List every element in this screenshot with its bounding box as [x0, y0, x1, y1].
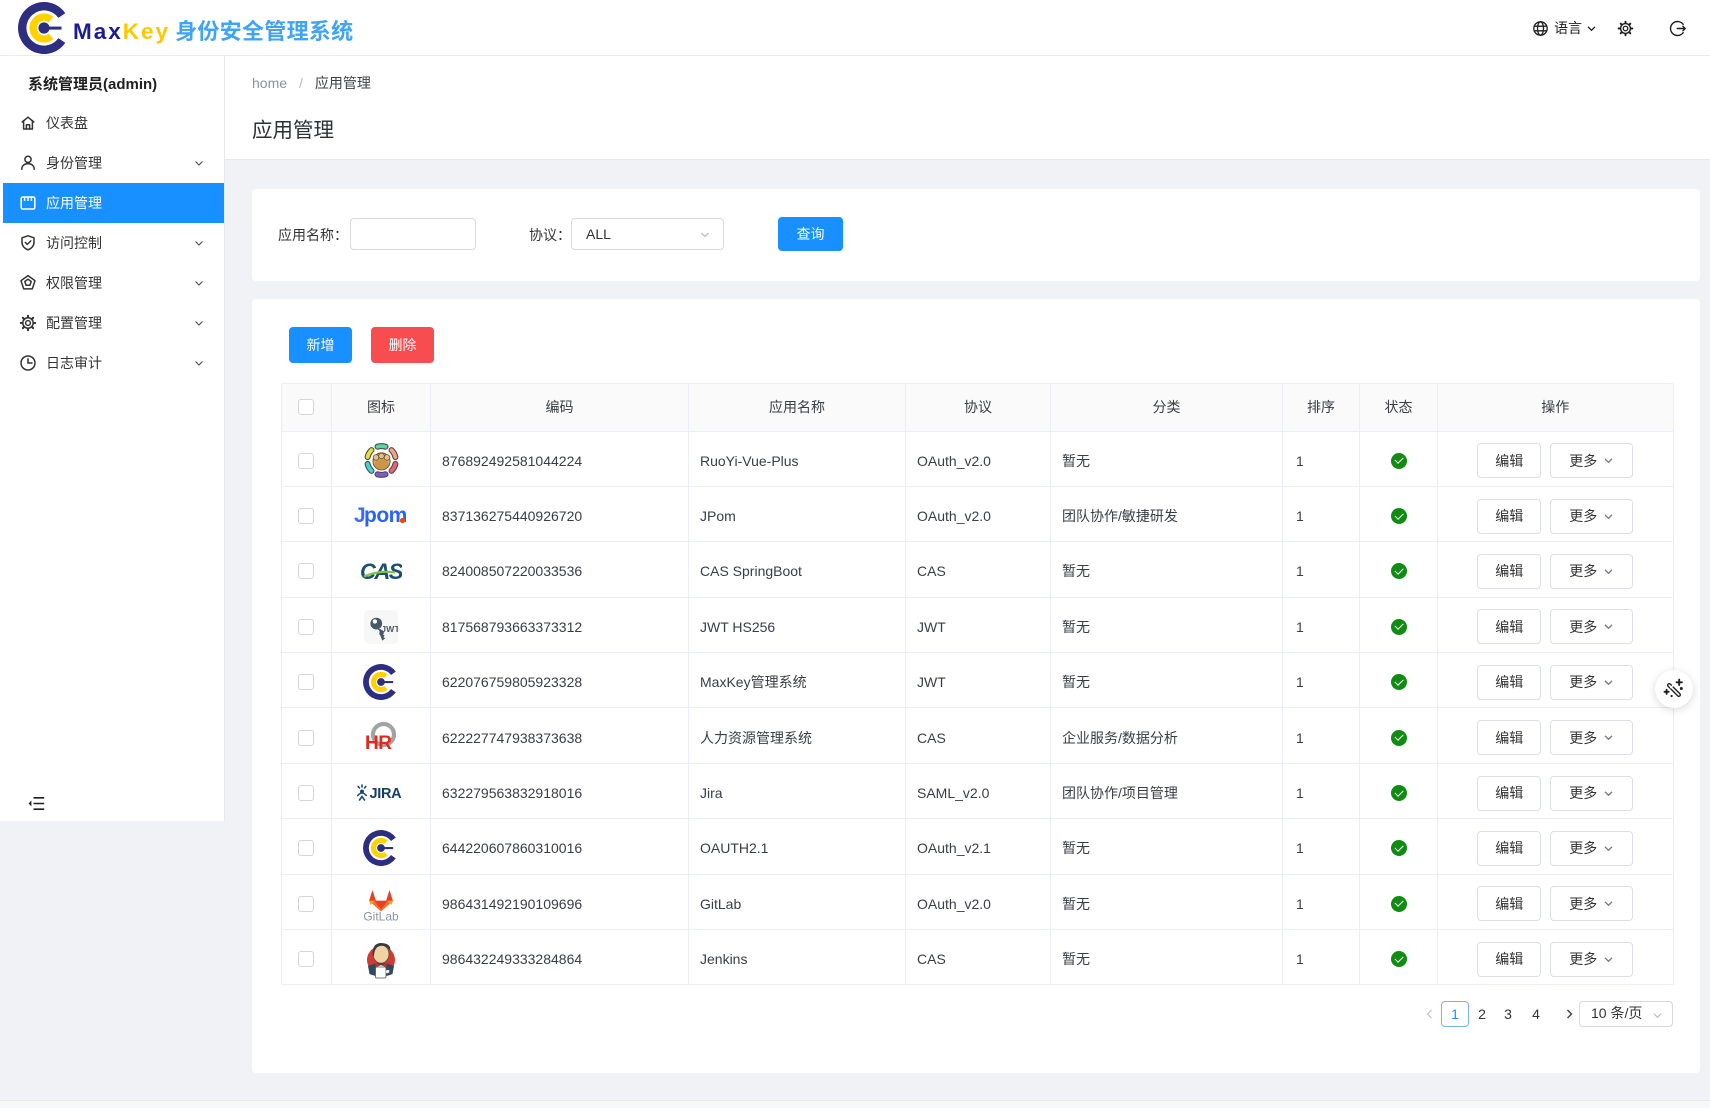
svg-text:JIRA: JIRA — [370, 786, 403, 802]
svg-text:HR: HR — [365, 733, 392, 754]
svg-text:pom: pom — [364, 504, 407, 527]
svg-text:GitLab: GitLab — [363, 909, 399, 923]
svg-text:JWT: JWT — [381, 624, 398, 634]
